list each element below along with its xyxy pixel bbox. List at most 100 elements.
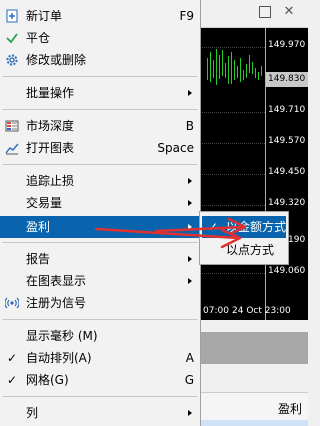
chart-bar [213, 60, 214, 78]
price-tick: 149.970 [268, 40, 306, 50]
chart-bar [210, 52, 211, 82]
menu-item-label: 打开图表 [26, 141, 75, 155]
grid-line [200, 273, 265, 274]
menu-item-label: 自动排列(A) [26, 351, 92, 365]
check-icon: ✓ [7, 351, 18, 365]
chart-bar [243, 70, 244, 80]
menu-item-label: 列 [26, 406, 39, 420]
menu-item-reports[interactable]: 报告 [0, 248, 200, 270]
chevron-right-icon [188, 278, 192, 284]
chevron-right-icon [188, 410, 192, 416]
menu-item-label: 注册为信号 [26, 296, 87, 310]
menu-item-shortcut: G [184, 373, 194, 387]
menu-item-shortcut: A [185, 351, 194, 365]
menu-item-shortcut: Space [157, 141, 194, 155]
grid-line [200, 174, 265, 175]
menu-item-register-signal[interactable]: 注册为信号 [0, 292, 200, 314]
profit-submenu: ✓ 以金额方式 以点方式 [199, 211, 289, 265]
menu-separator [2, 242, 198, 243]
menu-item-profit[interactable]: 盈利 [0, 216, 200, 238]
chevron-right-icon [188, 256, 192, 262]
grid-line [200, 47, 265, 48]
grid-line [200, 205, 265, 206]
grid-line [200, 112, 265, 113]
chevron-right-icon [188, 224, 192, 230]
menu-item-auto-arrange[interactable]: ✓ 自动排列(A) A [0, 347, 200, 369]
menu-item-label: 修改或删除 [26, 53, 87, 67]
price-tick: 149.320 [268, 198, 306, 208]
menu-item-show-milliseconds[interactable]: 显示毫秒 (M) [0, 325, 200, 347]
submenu-item-by-points[interactable]: 以点方式 [202, 239, 286, 261]
maximize-icon[interactable] [259, 6, 271, 18]
chart-bar [249, 55, 250, 73]
check-icon: ✓ [7, 373, 18, 387]
menu-item-label: 追踪止损 [26, 174, 75, 188]
chevron-right-icon [188, 90, 192, 96]
check-icon: ✓ [208, 220, 219, 234]
close-icon[interactable]: ✕ [283, 5, 295, 18]
chart-bar [240, 58, 241, 82]
current-price-tick: 149.830 [266, 72, 308, 87]
submenu-item-label: 以点方式 [226, 243, 275, 257]
menu-item-columns[interactable]: 列 [0, 402, 200, 424]
price-tick: 149.060 [268, 266, 306, 276]
chart-bar [234, 60, 235, 80]
chart-bar [207, 58, 208, 80]
time-label: 07:00 [203, 306, 229, 316]
price-tick: 149.570 [268, 136, 306, 146]
menu-item-label: 新订单 [26, 9, 63, 23]
menu-item-label: 市场深度 [26, 119, 75, 133]
chart-bar [219, 55, 220, 79]
menu-item-close-position[interactable]: 平仓 [0, 27, 200, 49]
chevron-right-icon [188, 178, 192, 184]
chart-bar [222, 50, 223, 76]
menu-item-volume[interactable]: 交易量 [0, 192, 200, 214]
chart-bar [252, 62, 253, 74]
menu-item-open-chart[interactable]: 打开图表 Space [0, 137, 200, 159]
price-tick: 149.710 [268, 105, 306, 115]
column-profit[interactable]: 盈利 [278, 400, 302, 417]
table-header: 盈利 [200, 392, 308, 420]
submenu-item-label: 以金额方式 [226, 220, 287, 234]
menu-item-label: 在图表显示 [26, 274, 87, 288]
chart-bar [231, 52, 232, 84]
menu-separator [2, 164, 198, 165]
menu-item-label: 平仓 [26, 31, 51, 45]
submenu-item-by-amount[interactable]: ✓ 以金额方式 [202, 216, 286, 238]
chart-bar [246, 64, 247, 78]
selected-row[interactable] [200, 420, 308, 426]
menu-item-modify-delete[interactable]: 修改或删除 [0, 49, 200, 71]
menu-item-shortcut: F9 [179, 9, 194, 23]
menu-item-label: 交易量 [26, 196, 63, 210]
menu-item-market-depth[interactable]: 市场深度 B [0, 115, 200, 137]
time-label: 24 Oct 23:00 [232, 306, 291, 316]
menu-item-grid[interactable]: ✓ 网格(G) G [0, 369, 200, 391]
menu-item-new-order[interactable]: 新订单 F9 [0, 5, 200, 27]
gear-icon [6, 54, 18, 66]
check-icon [6, 33, 18, 44]
chart-bar [261, 66, 262, 76]
chevron-right-icon [188, 200, 192, 206]
menu-item-label: 批量操作 [26, 86, 75, 100]
menu-item-bulk-operations[interactable]: 批量操作 [0, 82, 200, 104]
chart-bar [228, 56, 229, 84]
menu-item-label: 报告 [26, 252, 51, 266]
chart-bar [237, 66, 238, 78]
signal-icon [5, 297, 19, 309]
menu-item-label: 盈利 [26, 220, 51, 234]
menu-separator [2, 396, 198, 397]
market-depth-icon [5, 120, 19, 132]
menu-item-trailing-stop[interactable]: 追踪止损 [0, 170, 200, 192]
new-order-icon [6, 9, 18, 23]
menu-item-shortcut: B [185, 119, 194, 133]
price-tick: 149.450 [268, 167, 306, 177]
menu-separator [2, 109, 198, 110]
menu-separator [2, 76, 198, 77]
context-menu: 新订单 F9 平仓 修改或删除 批量操作 市场深度 B 打开图表 Space 追… [0, 0, 201, 426]
chart-bar [255, 68, 256, 78]
chart-line-icon [5, 143, 19, 155]
panel-strip [200, 332, 308, 364]
grid-line [200, 143, 265, 144]
menu-item-label: 显示毫秒 (M) [26, 329, 98, 343]
menu-item-show-on-chart[interactable]: 在图表显示 [0, 270, 200, 292]
